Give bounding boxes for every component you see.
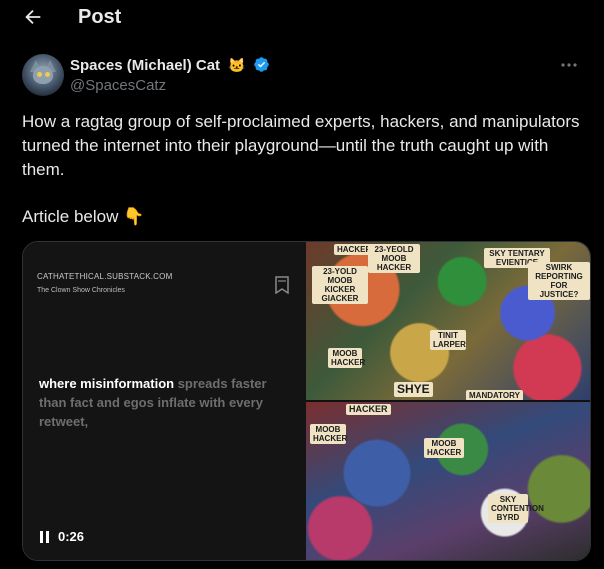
verified-badge-icon — [254, 57, 269, 72]
illustration-top: HACKER 23-YEOLD MOOB HACKER 23-YOLD MOOB… — [306, 242, 590, 400]
article-source: CATHATETHICAL.SUBSTACK.COM — [37, 272, 173, 281]
sign-kicker: 23-YOLD MOOB KICKER GIACKER — [312, 266, 368, 304]
post-body-2: Article below 👇 — [22, 207, 145, 226]
video-time: 0:26 — [58, 529, 85, 544]
article-quote: where misinformation spreads faster than… — [39, 374, 279, 431]
sign-reporting: SWIRK REPORTING FOR JUSTICE? — [528, 262, 590, 300]
author-name[interactable]: Spaces (Michael) Cat 🐱 — [70, 56, 270, 74]
post-header: Post — [0, 0, 604, 36]
author-handle[interactable]: @SpacesCatz — [70, 77, 166, 94]
post-text: How a ragtag group of self-proclaimed ex… — [22, 110, 582, 229]
sign-hacker-bottom: HACKER — [346, 404, 391, 415]
sign-byrd: SKY CONTENTION BYRD — [488, 494, 544, 523]
post-author: Spaces (Michael) Cat 🐱 @SpacesCatz — [22, 54, 582, 98]
article-preview: CATHATETHICAL.SUBSTACK.COM The Clown Sho… — [23, 242, 306, 560]
sign-moob-hacker-mid: MOOB HACKER — [328, 348, 365, 368]
sign-moob-hacker-left: MOOB HACKER — [310, 424, 347, 444]
illustration-bottom: HACKER MOOB HACKER MOOB HACKER SKY CONTE… — [306, 402, 590, 560]
post-body: How a ragtag group of self-proclaimed ex… — [22, 112, 580, 179]
pause-icon[interactable] — [39, 531, 50, 543]
author-name-text: Spaces (Michael) Cat — [70, 57, 221, 74]
page-title: Post — [78, 6, 122, 28]
video-controls: 0:26 — [39, 529, 84, 545]
sign-moob-hacker-top: 23-YEOLD MOOB HACKER — [368, 244, 420, 273]
video-card[interactable]: CATHATETHICAL.SUBSTACK.COM The Clown Sho… — [22, 241, 591, 561]
bookmark-icon — [275, 276, 289, 294]
sign-tint-larper: TINIT LARPER — [430, 330, 466, 350]
avatar[interactable] — [22, 54, 64, 96]
quote-highlight: where misinformation — [39, 376, 175, 391]
sign-moob-hacker-bottom: MOOB HACKER — [424, 438, 464, 458]
arrow-left-icon[interactable] — [22, 6, 44, 28]
clown-illustration: HACKER 23-YEOLD MOOB HACKER 23-YOLD MOOB… — [306, 242, 590, 560]
cat-emoji-icon: 🐱 — [228, 57, 246, 73]
sign-shye: SHYE — [394, 382, 433, 397]
sign-mandatory: MANDATORY — [466, 390, 523, 400]
article-publication: The Clown Show Chronicles — [37, 287, 125, 294]
more-options-icon[interactable] — [558, 58, 580, 72]
